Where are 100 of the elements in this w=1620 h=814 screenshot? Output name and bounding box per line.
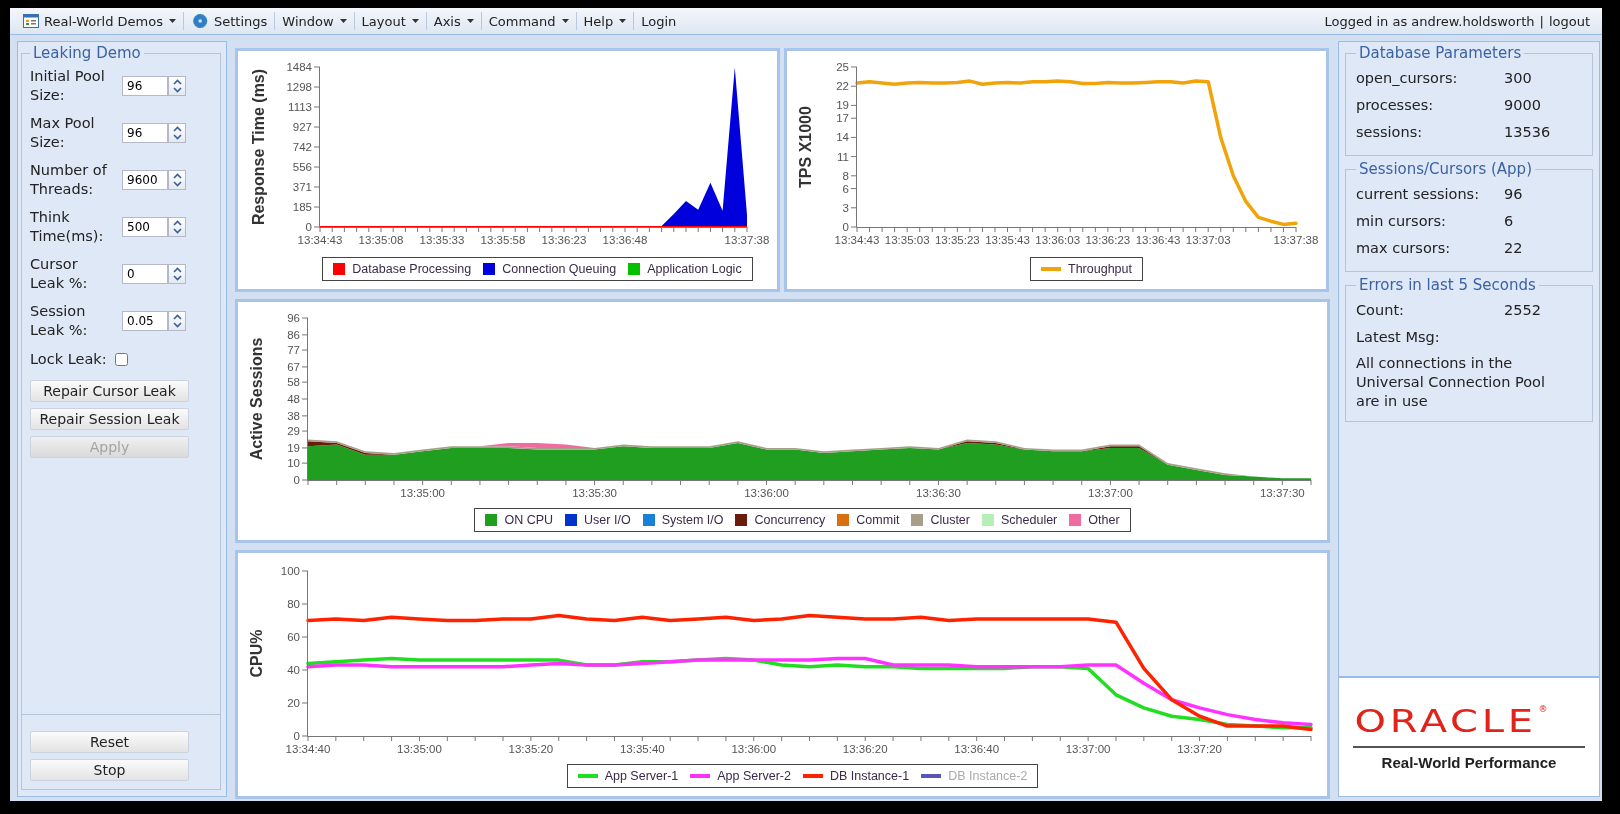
menu-item[interactable]: Login — [634, 11, 684, 31]
logout-link[interactable]: logout — [1548, 13, 1590, 29]
axis-tick-label: 14 — [836, 131, 849, 144]
field-label: Think Time(ms): — [30, 207, 105, 246]
registered-mark: ® — [1538, 703, 1548, 714]
legend-label[interactable]: Commit — [856, 513, 900, 527]
menu-item[interactable]: Command — [481, 11, 576, 31]
legend-label[interactable]: DB Instance-1 — [829, 769, 910, 783]
axis-tick-label: 67 — [287, 360, 300, 373]
legend-label[interactable]: Connection Queuing — [502, 262, 617, 276]
up-down-arrows-icon — [172, 172, 182, 187]
menu-item[interactable]: Window — [275, 11, 354, 31]
field-label: Cursor Leak %: — [30, 254, 89, 293]
field-value: 22 — [1504, 239, 1523, 256]
axis-tick-label: 13:36:03 — [1035, 234, 1081, 246]
group-title: Leaking Demo — [32, 44, 142, 62]
field-label: open_cursors: — [1356, 69, 1459, 86]
menu-item[interactable]: Help — [576, 11, 634, 31]
menu-item[interactable]: Axis — [426, 11, 481, 31]
axis-tick-label: 19 — [287, 441, 300, 454]
axis-tick-label: 371 — [292, 181, 312, 193]
axis-tick-label: 3 — [842, 201, 849, 214]
spinner-button[interactable] — [168, 310, 186, 331]
number-field[interactable]: 500 — [122, 216, 168, 237]
axis-tick-label: 13:35:03 — [884, 234, 930, 246]
legend-label[interactable]: App Server-2 — [717, 769, 791, 783]
logo-tagline: Real-World Performance — [1381, 753, 1557, 771]
axis-tick-label: 1113 — [288, 101, 312, 113]
axis-title: TPS X1000 — [797, 106, 814, 188]
axis-tick-label: 13:34:40 — [285, 743, 331, 755]
number-field[interactable]: 96 — [122, 75, 168, 96]
field-label: Initial Pool Size: — [30, 66, 106, 105]
number-field[interactable]: 0 — [122, 263, 168, 284]
field-label: max cursors: — [1356, 239, 1452, 256]
axis-tick-label: 13:35:20 — [508, 743, 554, 755]
menu-item[interactable]: Layout — [354, 11, 426, 31]
axis-tick-label: 13:36:30 — [916, 487, 961, 499]
legend-label[interactable]: Application Logic — [647, 262, 742, 276]
axis-tick-label: 13:37:38 — [724, 234, 770, 246]
axis-tick-label: 13:35:43 — [985, 234, 1030, 246]
spinner-button[interactable] — [168, 169, 186, 190]
axis-tick-label: 6 — [842, 182, 849, 195]
axis-tick-label: 13:35:00 — [397, 743, 442, 755]
axis-tick-label: 13:37:20 — [1177, 743, 1222, 755]
legend-label[interactable]: Throughput — [1068, 262, 1132, 276]
action-button[interactable]: Repair Cursor Leak — [30, 380, 189, 402]
field-label: min cursors: — [1356, 212, 1447, 229]
axis-tick-label: 13:35:33 — [419, 234, 465, 246]
axis-tick-label: 58 — [287, 376, 300, 389]
menu-item[interactable]: Settings — [184, 11, 275, 31]
legend-label[interactable]: App Server-1 — [604, 769, 679, 783]
checkbox[interactable] — [114, 352, 128, 366]
spinner-button[interactable] — [168, 263, 186, 284]
axis-tick-label: 60 — [287, 631, 300, 643]
legend-label[interactable]: User I/O — [584, 513, 631, 527]
field-value: 9000 — [1504, 96, 1541, 113]
action-button[interactable]: Reset — [30, 731, 189, 753]
spinner-button[interactable] — [168, 216, 186, 237]
user-label: Logged in as andrew.holdsworth — [1324, 13, 1535, 29]
axis-tick-label: 13:34:43 — [834, 234, 880, 246]
logo-wordmark: ORACLE — [1354, 703, 1537, 738]
menu-item[interactable]: Real-World Demos — [16, 11, 183, 31]
legend-label[interactable]: System I/O — [661, 513, 724, 527]
axis-tick-label: 13:36:00 — [744, 487, 789, 499]
axis-tick-label: 96 — [287, 312, 300, 324]
axis-tick-label: 19 — [836, 99, 849, 112]
spinner-button[interactable] — [168, 122, 186, 143]
action-button[interactable]: Stop — [30, 759, 189, 781]
axis-tick-label: 185 — [292, 201, 312, 214]
group-title: Database Parameters — [1358, 44, 1523, 62]
legend-label[interactable]: Database Processing — [352, 262, 472, 276]
up-down-arrows-icon — [172, 266, 182, 281]
legend-label[interactable]: Cluster — [930, 513, 970, 527]
window-icon — [23, 14, 39, 28]
field-value: 96 — [1504, 185, 1523, 202]
field-value: 2552 — [1504, 301, 1541, 318]
axis-tick-label: 22 — [836, 80, 849, 93]
spinner-button[interactable] — [168, 75, 186, 96]
action-button[interactable]: Repair Session Leak — [30, 408, 189, 430]
axis-tick-label: 11 — [837, 150, 849, 163]
axis-tick-label: 1484 — [286, 61, 312, 73]
axis-tick-label: 8 — [842, 169, 849, 182]
axis-tick-label: 13:35:40 — [619, 743, 665, 755]
number-field[interactable]: 9600 — [122, 169, 168, 190]
number-field[interactable]: 96 — [122, 122, 168, 143]
axis-tick-label: 0 — [842, 221, 849, 233]
axis-tick-label: 13:37:00 — [1065, 743, 1111, 755]
axis-tick-label: 25 — [836, 61, 849, 73]
field-label: Count: — [1356, 301, 1405, 318]
axis-tick-label: 38 — [287, 409, 300, 422]
legend-label[interactable]: ON CPU — [504, 513, 554, 527]
axis-tick-label: 13:36:43 — [1135, 234, 1181, 246]
legend-label[interactable]: Concurrency — [754, 513, 826, 527]
axis-tick-label: 10 — [287, 457, 300, 470]
legend-label[interactable]: Scheduler — [1001, 513, 1058, 527]
legend-label[interactable]: Other — [1088, 513, 1120, 527]
up-down-arrows-icon — [172, 78, 182, 93]
axis-tick-label: 17 — [836, 112, 849, 125]
number-field[interactable]: 0.05 — [122, 310, 168, 331]
axis-tick-label: 29 — [287, 425, 300, 438]
